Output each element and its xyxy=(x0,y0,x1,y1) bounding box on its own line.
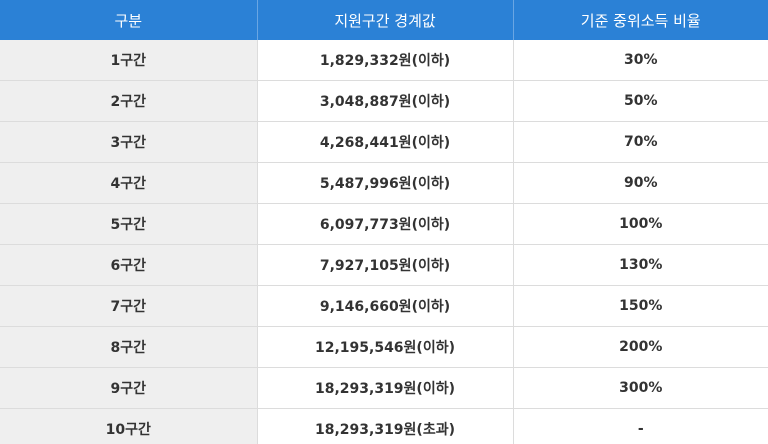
bracket-label: 1구간 xyxy=(0,40,258,81)
header-threshold: 지원구간 경계값 xyxy=(257,0,514,40)
bracket-ratio: - xyxy=(637,421,644,437)
bracket-label: 4구간 xyxy=(0,162,258,204)
bracket-label: 3구간 xyxy=(0,121,258,163)
table-row: 9구간 18,293,319원(이하) 300% xyxy=(0,367,768,409)
bracket-label: 9구간 xyxy=(0,367,258,409)
bracket-ratio: 70% xyxy=(513,121,768,163)
table-row: 5구간 6,097,773원(이하) 100% xyxy=(0,203,768,245)
table-row: 8구간 12,195,546원(이하) 200% xyxy=(0,326,768,368)
bracket-label: 8구간 xyxy=(0,326,258,368)
bracket-threshold: 5,487,996원(이하) xyxy=(257,162,514,204)
table-row: 6구간 7,927,105원(이하) 130% xyxy=(0,244,768,286)
header-category: 구분 xyxy=(0,0,258,40)
bracket-label: 5구간 xyxy=(0,203,258,245)
bracket-threshold: 1,829,332원(이하) xyxy=(257,40,514,81)
bracket-label: 6구간 xyxy=(0,244,258,286)
bracket-ratio: 300% xyxy=(513,367,768,409)
bracket-threshold: 6,097,773원(이하) xyxy=(257,203,514,245)
table-row: 2구간 3,048,887원(이하) 50% xyxy=(0,80,768,122)
bracket-threshold: 18,293,319원(초과) xyxy=(257,408,514,444)
table-row: 7구간 9,146,660원(이하) 150% xyxy=(0,285,768,327)
table-row: 1구간 1,829,332원(이하) 30% xyxy=(0,40,768,81)
bracket-threshold: 18,293,319원(이하) xyxy=(257,367,514,409)
bracket-label: 2구간 xyxy=(0,80,258,122)
bracket-ratio: 200% xyxy=(513,326,768,368)
bracket-ratio: 130% xyxy=(513,244,768,286)
table-row: 3구간 4,268,441원(이하) 70% xyxy=(0,121,768,163)
table-row: 4구간 5,487,996원(이하) 90% xyxy=(0,162,768,204)
bracket-label: 10구간 xyxy=(0,408,258,444)
bracket-ratio: 30% xyxy=(513,40,768,81)
bracket-ratio: 150% xyxy=(513,285,768,327)
bracket-label: 7구간 xyxy=(0,285,258,327)
bracket-threshold: 9,146,660원(이하) xyxy=(257,285,514,327)
bracket-ratio: 90% xyxy=(513,162,768,204)
bracket-ratio: 100% xyxy=(513,203,768,245)
header-median-income-ratio: 기준 중위소득 비율 xyxy=(513,0,768,40)
income-bracket-table: 구분 지원구간 경계값 기준 중위소득 비율 1구간 1,829,332원(이하… xyxy=(0,0,768,444)
bracket-threshold: 3,048,887원(이하) xyxy=(257,80,514,122)
bracket-threshold: 4,268,441원(이하) xyxy=(257,121,514,163)
bracket-threshold: 7,927,105원(이하) xyxy=(257,244,514,286)
table-header-row: 구분 지원구간 경계값 기준 중위소득 비율 xyxy=(0,0,768,40)
bracket-threshold: 12,195,546원(이하) xyxy=(257,326,514,368)
bracket-ratio: 50% xyxy=(513,80,768,122)
table-row: 10구간 18,293,319원(초과) - xyxy=(0,408,768,444)
